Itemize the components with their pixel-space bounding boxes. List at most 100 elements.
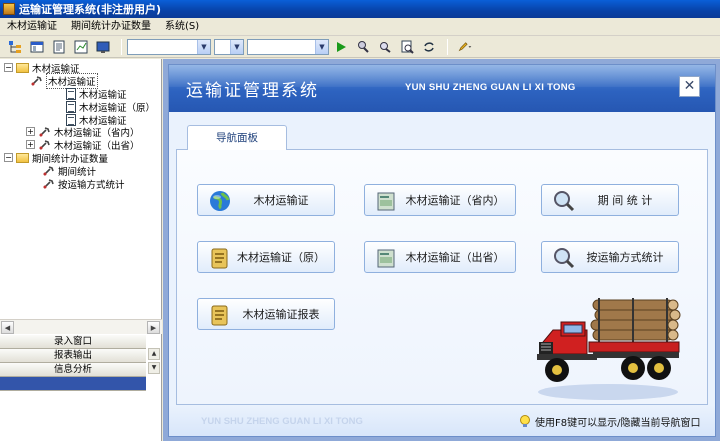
panel-title: 运输证管理系统 — [186, 81, 319, 101]
button-label: 木材运输证（出省） — [405, 251, 505, 264]
pencil-icon[interactable] — [453, 38, 477, 56]
timber-permit-outbound-button[interactable]: 木材运输证（出省） — [364, 241, 516, 273]
button-label: 木材运输证（原） — [237, 251, 325, 264]
navigation-tree: − 木材运输证 木材运输证 木材运输证 木材运输证（原） 木材运输证 + 木材运… — [0, 59, 162, 319]
button-label: 按运输方式统计 — [586, 251, 664, 264]
filter-combo-2[interactable]: ▼ — [214, 38, 244, 55]
timber-permit-report-button[interactable]: 木材运输证报表 — [197, 298, 335, 330]
chevron-up-icon[interactable]: ▲ — [148, 348, 160, 360]
chevron-down-icon[interactable]: ▼ — [148, 362, 160, 374]
tree-node-permit[interactable]: 木材运输证 — [30, 72, 98, 89]
expand-icon[interactable]: + — [26, 140, 35, 149]
left-nav-tabs: 录入窗口 报表输出 信息分析 — [0, 335, 146, 391]
tree-node-transport-stats[interactable]: 按运输方式统计 — [42, 177, 125, 191]
timber-permit-button[interactable]: 木材运输证 — [197, 184, 335, 216]
wrench-icon — [43, 165, 54, 176]
collapse-icon[interactable]: − — [4, 63, 13, 72]
folder-icon — [16, 62, 29, 73]
collapse-icon[interactable]: − — [4, 153, 13, 162]
timber-permit-province-button[interactable]: 木材运输证（省内） — [364, 184, 516, 216]
button-label: 木材运输证 — [253, 194, 309, 207]
tree-label: 木材运输证（原） — [79, 102, 156, 114]
close-button[interactable]: ✕ — [679, 76, 700, 97]
tab-info-analysis[interactable]: 信息分析 — [0, 363, 146, 377]
find-icon[interactable] — [376, 38, 394, 56]
tree-horizontal-scrollbar[interactable]: ◀ ▶ — [0, 319, 162, 334]
timber-permit-original-button[interactable]: 木材运输证（原） — [197, 241, 335, 273]
tree-label: 木材运输证（省内） — [54, 127, 140, 139]
document-icon — [66, 87, 76, 100]
tree-view-icon[interactable] — [6, 38, 24, 56]
lightbulb-icon — [520, 414, 530, 427]
footer-hint-text: 使用F8键可以显示/隐藏当前导航窗口 — [535, 418, 701, 429]
footer-subtitle: YUN SHU ZHENG GUAN LI XI TONG — [201, 416, 363, 427]
toolbar-separator — [447, 38, 448, 55]
magnifier-icon — [554, 191, 575, 212]
button-label: 木材运输证（省内） — [405, 194, 505, 207]
timber-truck-illustration — [537, 298, 681, 400]
wrench-icon — [39, 126, 50, 137]
tree-node-period-stats[interactable]: 期间统计 — [42, 164, 97, 178]
app-icon — [3, 3, 15, 15]
tree-label: 期间统计办证数量 — [32, 153, 109, 165]
navigation-tree-pane: − 木材运输证 木材运输证 木材运输证 木材运输证（原） 木材运输证 + 木材运… — [0, 59, 162, 441]
wrench-icon — [39, 139, 50, 150]
tree-label: 期间统计 — [58, 166, 97, 178]
window-icon[interactable] — [28, 38, 46, 56]
wrench-icon — [43, 178, 54, 189]
tree-node-permit-province[interactable]: + 木材运输证（省内） — [26, 125, 140, 139]
tree-node-leaf-2[interactable]: 木材运输证（原） — [66, 100, 156, 114]
tree-label: 木材运输证 — [79, 89, 127, 101]
panel-footer: YUN SHU ZHENG GUAN LI XI TONG 使用F8键可以显示/… — [169, 405, 715, 436]
tree-label: 木材运输证（出省） — [54, 140, 140, 152]
menu-bar: 木材运输证 期间统计办证数量 系统(S) — [0, 18, 720, 36]
menu-system[interactable]: 系统(S) — [158, 18, 206, 36]
preview-icon[interactable] — [398, 38, 416, 56]
certificate-icon — [377, 249, 395, 268]
refresh-icon[interactable] — [420, 38, 438, 56]
screen-icon[interactable] — [94, 38, 112, 56]
footer-hint: 使用F8键可以显示/隐藏当前导航窗口 — [519, 414, 700, 429]
tree-label: 按运输方式统计 — [58, 179, 125, 191]
toolbar: ▼ ▼ ▼ — [0, 36, 720, 58]
tree-node-permit-outbound[interactable]: + 木材运输证（出省） — [26, 138, 140, 152]
tab-report-output[interactable]: 报表输出 — [0, 349, 146, 363]
tab-entry-window[interactable]: 录入窗口 — [0, 335, 146, 349]
toolbar-separator — [121, 38, 122, 55]
user-search-icon[interactable] — [354, 38, 372, 56]
chevron-right-icon[interactable]: ▶ — [147, 321, 160, 334]
navigation-panel: 运输证管理系统 YUN SHU ZHENG GUAN LI XI TONG ✕ … — [168, 64, 716, 437]
tabs-scroll[interactable]: ▲ ▼ — [148, 348, 160, 376]
chevron-down-icon[interactable]: ▼ — [197, 39, 210, 54]
filter-combo-1[interactable]: ▼ — [127, 38, 211, 55]
notepad-icon — [211, 248, 228, 269]
tab-active-panel[interactable] — [0, 377, 146, 391]
certificate-icon — [377, 192, 395, 211]
panel-subtitle: YUN SHU ZHENG GUAN LI XI TONG — [405, 82, 576, 93]
tree-node-root-stats[interactable]: − 期间统计办证数量 — [4, 151, 109, 165]
menu-period-stats[interactable]: 期间统计办证数量 — [64, 18, 158, 36]
document-icon[interactable] — [50, 38, 68, 56]
chart-icon[interactable] — [72, 38, 90, 56]
document-icon — [66, 100, 76, 113]
magnifier-icon — [554, 248, 575, 269]
globe-icon — [210, 191, 230, 211]
period-stats-button[interactable]: 期 间 统 计 — [541, 184, 679, 216]
menu-timber-permit[interactable]: 木材运输证 — [0, 18, 64, 36]
window-title: 运输证管理系统(非注册用户) — [19, 3, 162, 16]
folder-icon — [16, 152, 29, 163]
tab-navigation-panel[interactable]: 导航面板 — [187, 125, 287, 150]
filter-combo-3[interactable]: ▼ — [247, 38, 329, 55]
chevron-left-icon[interactable]: ◀ — [1, 321, 14, 334]
play-icon[interactable] — [332, 38, 350, 56]
button-label: 木材运输证报表 — [242, 308, 320, 321]
button-label: 期 间 统 计 — [597, 194, 653, 207]
tree-node-leaf-1[interactable]: 木材运输证 — [66, 87, 127, 101]
chevron-down-icon[interactable]: ▼ — [315, 39, 328, 54]
transport-method-stats-button[interactable]: 按运输方式统计 — [541, 241, 679, 273]
expand-icon[interactable]: + — [26, 127, 35, 136]
window-titlebar: 运输证管理系统(非注册用户) — [0, 0, 720, 18]
notepad-icon — [211, 305, 228, 326]
chevron-down-icon[interactable]: ▼ — [230, 39, 243, 54]
panel-header: 运输证管理系统 YUN SHU ZHENG GUAN LI XI TONG ✕ — [169, 65, 715, 112]
